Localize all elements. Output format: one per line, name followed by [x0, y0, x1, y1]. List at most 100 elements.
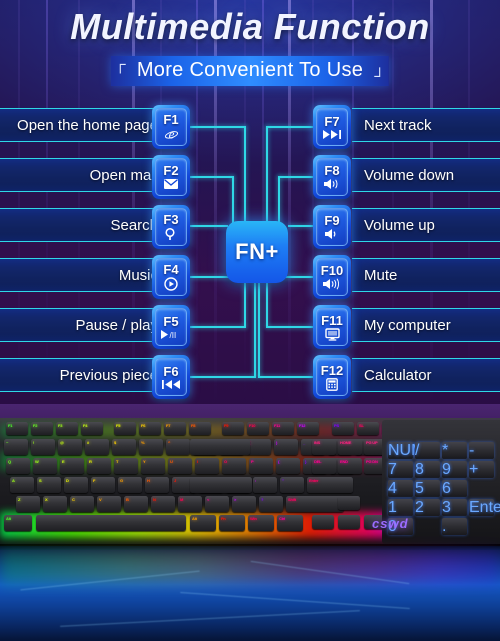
desk-rgb-reflection — [0, 550, 500, 584]
keycap-f2[interactable]: F2 — [152, 155, 190, 199]
keycap-photo: $ — [112, 439, 136, 455]
numpad-keycap: NUM — [388, 442, 425, 459]
numpad-keycap: 6 — [442, 480, 467, 497]
function-row-f11: My computer — [352, 308, 500, 342]
volume-mute-icon — [322, 278, 342, 290]
fn-key-hub[interactable]: FN+ — [226, 221, 288, 283]
function-row-f3: Search — [0, 208, 172, 242]
keycap-photo: E — [60, 458, 84, 474]
keycap-f5[interactable]: F5 /II — [152, 305, 190, 349]
keycap-photo: ~ — [4, 439, 28, 455]
keycap-photo: # — [85, 439, 109, 455]
keycap-photo: F9 — [222, 422, 244, 435]
keycap-photo: S — [37, 477, 61, 493]
keycap-photo: ^ — [166, 439, 190, 455]
play-circle-icon — [164, 277, 178, 291]
wire-f6-h — [190, 376, 256, 378]
subtitle-text: More Convenient To Use — [136, 59, 364, 81]
keycap-photo: B — [124, 496, 148, 512]
function-row-f5: Pause / play — [0, 308, 172, 342]
keycap-photo: F10 — [247, 422, 269, 435]
wire-f9-h — [288, 225, 314, 227]
multimedia-function-diagram: Multimedia Function ┌ More Convenient To… — [0, 0, 500, 408]
volume-up-icon — [324, 228, 340, 240]
keycap-photo: " — [280, 477, 304, 493]
keycap-photo: M — [178, 496, 202, 512]
keycap-photo: @ — [58, 439, 82, 455]
wire-f2-h — [190, 176, 234, 178]
numpad-keycap: * — [442, 442, 467, 459]
keycap-photo — [338, 496, 360, 510]
wire-f12-h — [258, 376, 314, 378]
keycap-photo: ) — [274, 439, 298, 455]
subtitle-banner: ┌ More Convenient To Use ┘ — [110, 56, 390, 86]
keycap-photo: P — [249, 458, 273, 474]
keycap-photo: Z — [16, 496, 40, 512]
numpad-keycap: 4 — [388, 480, 413, 497]
keycap-photo: > — [232, 496, 256, 512]
wire-f5-v — [244, 282, 246, 328]
keycap-photo — [190, 477, 252, 493]
keycap-photo: { — [276, 458, 300, 474]
keycap-photo: Alt — [190, 515, 216, 531]
keycap-photo: F11 — [272, 422, 294, 435]
wire-f7-v — [266, 126, 268, 226]
keycap-photo — [36, 515, 186, 531]
wire-f3-h — [190, 225, 228, 227]
keycap-photo: H — [145, 477, 169, 493]
keycap-f10[interactable]: F10 — [313, 255, 351, 299]
keycap-photo: Fn — [219, 515, 245, 531]
keycap-photo: F — [91, 477, 115, 493]
fn-label: FN+ — [235, 239, 279, 264]
keycap-photo: N — [151, 496, 175, 512]
numpad-keycap: - — [469, 442, 494, 459]
keycap-f1[interactable]: F1 e — [152, 105, 190, 149]
keycap-photo: HOME — [338, 439, 362, 455]
keycap-photo: F12 — [297, 422, 319, 435]
bracket-open-icon: ┌ — [114, 56, 126, 73]
magnifier-icon — [164, 227, 178, 241]
keycap-photo: PS — [332, 422, 354, 435]
wire-f11-v — [266, 282, 268, 328]
calculator-icon — [326, 377, 338, 391]
play-pause-icon: /II — [160, 329, 182, 340]
wire-f1-v — [244, 126, 246, 226]
numpad-keycap: 5 — [415, 480, 440, 497]
keycap-photo: V — [97, 496, 121, 512]
keycap-photo: F8 — [189, 422, 211, 435]
numpad-keycap: . — [442, 518, 467, 535]
numpad-keycap: 9 — [442, 461, 467, 478]
keycap-f9[interactable]: F9 — [313, 205, 351, 249]
keycap-photo: < — [205, 496, 229, 512]
keycap-photo: F4 — [81, 422, 103, 435]
keycap-photo: Win — [248, 515, 274, 531]
keycap-photo: D — [64, 477, 88, 493]
wire-f12-v — [258, 282, 260, 378]
keycap-f4[interactable]: F4 — [152, 255, 190, 299]
keycap-photo: F3 — [56, 422, 78, 435]
function-row-f10: Mute — [352, 258, 500, 292]
keycap-photo: F5 — [114, 422, 136, 435]
keycap-photo: O — [222, 458, 246, 474]
keycap-photo: U — [168, 458, 192, 474]
next-track-icon — [322, 129, 342, 140]
numpad-keycap: + — [469, 461, 494, 478]
keycap-f8[interactable]: F8 — [313, 155, 351, 199]
volume-down-icon — [323, 178, 342, 190]
keycap-f12[interactable]: F12 — [313, 355, 351, 399]
keycap-f7[interactable]: F7 — [313, 105, 351, 149]
keycap-photo: INS — [312, 439, 336, 455]
keycap-f6[interactable]: F6 — [152, 355, 190, 399]
keycap-f3[interactable]: F3 — [152, 205, 190, 249]
keycap-photo: X — [43, 496, 67, 512]
keycap-photo: END — [338, 458, 362, 474]
numpad-keycap: 3 — [442, 499, 467, 516]
numpad-keycap: 1 — [388, 499, 413, 516]
function-row-f9: Volume up — [352, 208, 500, 242]
keycap-f11[interactable]: F11 — [313, 305, 351, 349]
keycap-photo: Alt — [4, 515, 32, 531]
numpad-keycap: 2 — [415, 499, 440, 516]
keycap-photo: % — [139, 439, 163, 455]
keycap-photo: F2 — [31, 422, 53, 435]
wire-f6-v — [254, 282, 256, 378]
